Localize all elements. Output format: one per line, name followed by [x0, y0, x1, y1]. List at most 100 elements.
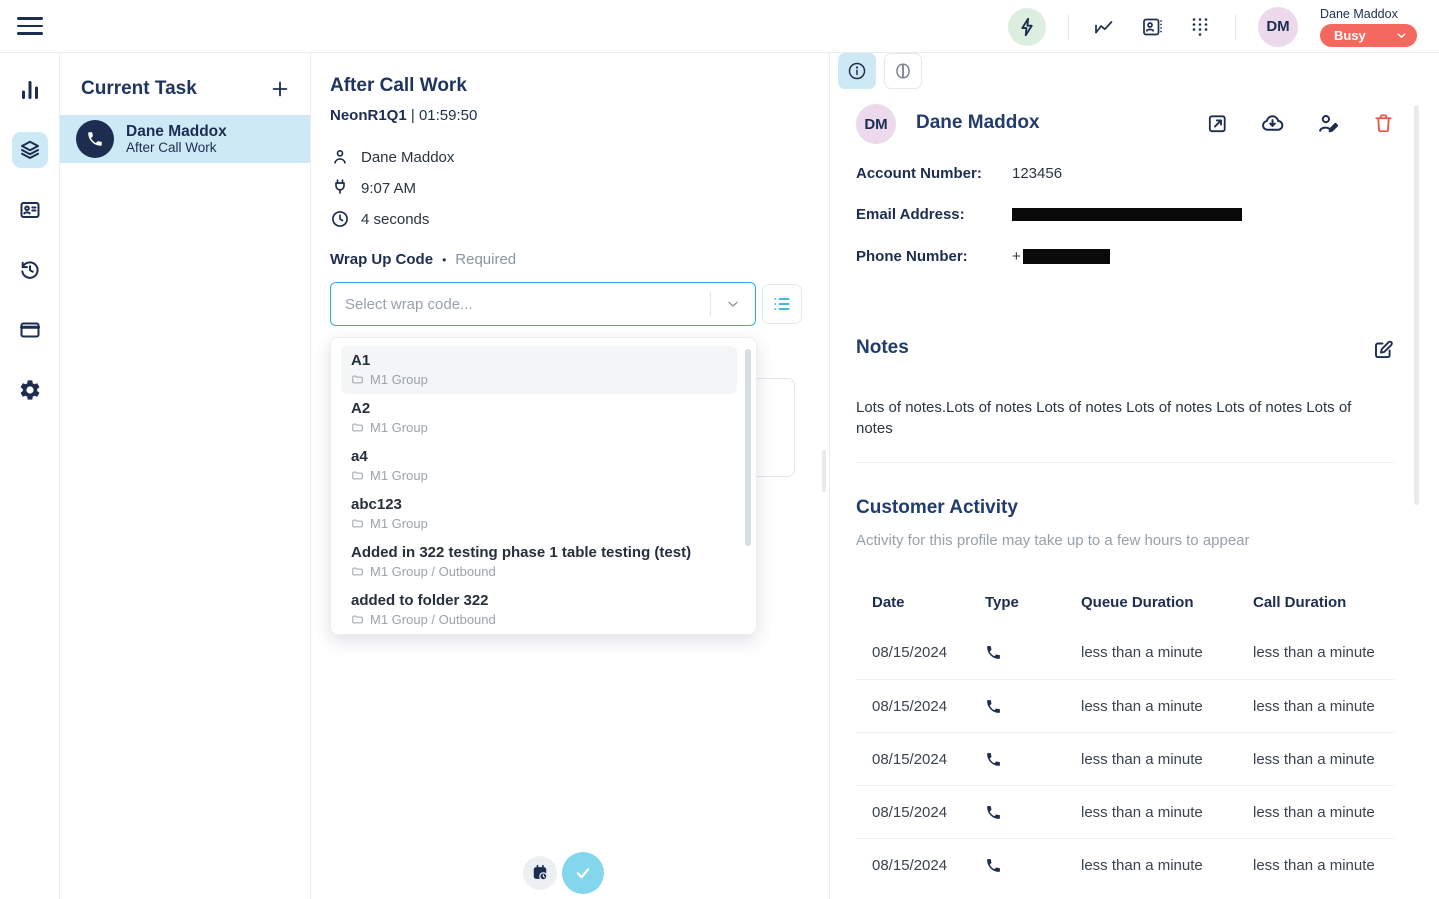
- account-number-value: 123456: [1012, 165, 1062, 182]
- hamburger-menu-icon[interactable]: [17, 15, 43, 37]
- phone-icon: [985, 751, 1081, 768]
- notes-text: Lots of notes.Lots of notes Lots of note…: [856, 397, 1384, 439]
- email-label: Email Address:: [856, 206, 1012, 223]
- info-icon: [846, 60, 868, 82]
- calendar-clock-icon: [530, 863, 550, 883]
- wrap-code-option[interactable]: A1 M1 Group: [341, 346, 737, 394]
- complete-task-button[interactable]: [562, 852, 604, 894]
- task-status: After Call Work: [126, 140, 227, 155]
- tab-info[interactable]: [838, 53, 876, 89]
- wrap-up-label: Wrap Up Code: [330, 251, 433, 268]
- profile-avatar: DM: [856, 104, 896, 144]
- folder-icon: [351, 613, 364, 626]
- status-dropdown[interactable]: Busy: [1320, 24, 1417, 47]
- quick-actions-button[interactable]: [1008, 8, 1046, 46]
- sidebar-item-browser[interactable]: [12, 312, 48, 348]
- required-label: Required: [455, 251, 516, 268]
- folder-icon: [351, 469, 364, 482]
- activity-table-row[interactable]: 08/15/2024 less than a minute less than …: [856, 838, 1395, 891]
- edit-contact-icon[interactable]: [1316, 111, 1341, 136]
- wrap-code-dropdown: A1 M1 Group A2 M1 Group a4 M1 Group: [330, 337, 757, 635]
- task-item-text: Dane Maddox After Call Work: [126, 123, 227, 156]
- email-field: Email Address:: [856, 206, 1242, 223]
- wrap-code-select[interactable]: [330, 282, 756, 326]
- wrap-code-option[interactable]: Added in 322 testing phase 1 table testi…: [341, 538, 737, 586]
- activity-table-row[interactable]: 08/15/2024 less than a minute less than …: [856, 785, 1395, 838]
- wrap-code-option[interactable]: added to folder 322 M1 Group / Outbound: [341, 586, 737, 634]
- folder-icon: [351, 565, 364, 578]
- section-divider: [856, 462, 1395, 463]
- start-time: 9:07 AM: [361, 180, 416, 197]
- work-title: After Call Work: [330, 75, 467, 97]
- delete-trash-icon[interactable]: [1372, 112, 1395, 135]
- person-icon: [330, 147, 350, 167]
- contact-name: Dane Maddox: [361, 149, 454, 166]
- user-name: Dane Maddox: [1320, 7, 1417, 21]
- clock-icon: [330, 209, 350, 229]
- after-call-work-panel: After Call Work NeonR1Q1 | 01:59:50 Dane…: [311, 53, 830, 899]
- current-task-panel: Current Task Dane Maddox After Call Work: [60, 53, 311, 899]
- sidebar-item-history[interactable]: [12, 252, 48, 288]
- activity-table-row[interactable]: 08/15/2024 less than a minute less than …: [856, 626, 1395, 679]
- top-bar-divider: [1068, 14, 1069, 40]
- wrap-code-option[interactable]: A2 M1 Group: [341, 394, 737, 442]
- gear-icon: [18, 378, 42, 402]
- phone-prefix: +: [1012, 248, 1021, 265]
- wrap-code-option[interactable]: abc123 M1 Group: [341, 490, 737, 538]
- customer-activity-title: Customer Activity: [856, 497, 1018, 519]
- browse-wrap-codes-button[interactable]: [762, 284, 802, 324]
- schedule-followup-button[interactable]: [523, 856, 557, 890]
- sidebar-item-contacts[interactable]: [12, 192, 48, 228]
- start-time-row: 9:07 AM: [330, 177, 416, 199]
- app-root: DM Dane Maddox Busy: [0, 0, 1439, 899]
- right-panel-scrollbar[interactable]: [1414, 105, 1419, 505]
- history-clock-icon: [18, 258, 42, 282]
- folder-icon: [351, 421, 364, 434]
- notes-title: Notes: [856, 337, 909, 359]
- activity-table-row[interactable]: 08/15/2024 less than a minute less than …: [856, 679, 1395, 732]
- queue-name: NeonR1Q1: [330, 107, 407, 124]
- profile-tabs: [838, 53, 922, 89]
- chevron-down-icon[interactable]: [711, 296, 755, 312]
- redacted-phone-value: [1023, 249, 1110, 264]
- wrap-code-search-input[interactable]: [331, 296, 710, 313]
- customer-profile-panel: DM Dane Maddox Account Number: 123456 Em…: [830, 53, 1439, 899]
- cloud-download-icon[interactable]: [1260, 111, 1285, 136]
- current-task-header: Current Task: [60, 53, 310, 115]
- open-in-new-icon[interactable]: [1206, 112, 1229, 135]
- phone-icon: [985, 698, 1081, 715]
- phone-icon: [76, 120, 114, 158]
- account-number-label: Account Number:: [856, 165, 1012, 182]
- plug-icon: [330, 178, 350, 198]
- top-bar-right: DM Dane Maddox Busy: [1008, 0, 1417, 53]
- contact-card-icon[interactable]: [1139, 14, 1165, 40]
- add-task-button[interactable]: [268, 77, 292, 101]
- tab-insights[interactable]: [884, 53, 922, 89]
- edit-notes-icon[interactable]: [1371, 338, 1395, 362]
- activity-table-row[interactable]: 08/15/2024 less than a minute less than …: [856, 732, 1395, 785]
- current-task-title: Current Task: [81, 78, 197, 100]
- user-avatar[interactable]: DM: [1258, 7, 1298, 47]
- status-label: Busy: [1334, 28, 1366, 43]
- dropdown-scrollbar[interactable]: [745, 349, 751, 546]
- phone-icon: [985, 644, 1081, 661]
- sidebar-item-settings[interactable]: [12, 372, 48, 408]
- task-list-item[interactable]: Dane Maddox After Call Work: [60, 115, 310, 163]
- sidebar-item-stats[interactable]: [12, 72, 48, 108]
- user-block: Dane Maddox Busy: [1320, 7, 1417, 47]
- work-panel-scrollbar[interactable]: [822, 450, 826, 492]
- left-rail: [0, 53, 60, 899]
- subtitle-separator: |: [411, 107, 415, 124]
- top-bar-divider: [1235, 14, 1236, 40]
- dialpad-icon[interactable]: [1187, 14, 1213, 40]
- list-icon: [772, 294, 792, 314]
- task-timer: 01:59:50: [419, 107, 477, 124]
- wrap-code-option[interactable]: a4 M1 Group: [341, 442, 737, 490]
- contact-meta-row: Dane Maddox: [330, 146, 454, 168]
- sidebar-item-tasks[interactable]: [12, 132, 48, 168]
- profile-name: Dane Maddox: [916, 112, 1040, 134]
- flash-icon: [1016, 16, 1038, 38]
- line-chart-icon[interactable]: [1091, 14, 1117, 40]
- stats-bars-icon: [18, 78, 42, 102]
- profile-actions: [1206, 111, 1395, 136]
